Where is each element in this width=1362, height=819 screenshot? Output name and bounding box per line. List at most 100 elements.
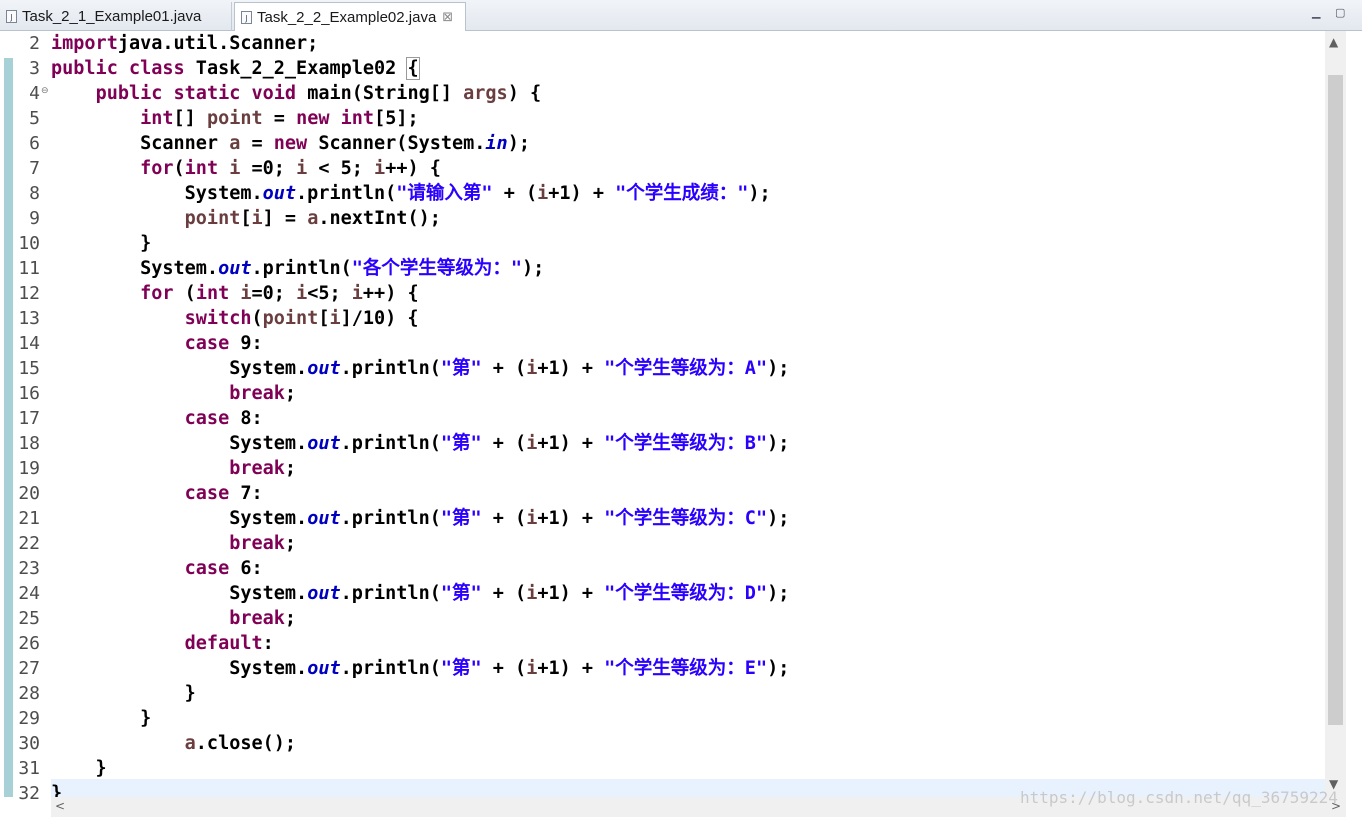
code-token: .println( — [340, 658, 441, 679]
keyword-token: break — [229, 458, 285, 479]
keyword-token: case — [184, 558, 230, 579]
string-literal: "个学生等级为：E" — [604, 658, 768, 679]
string-literal: "第" — [440, 433, 482, 454]
keyword-token: int — [184, 158, 219, 179]
code-line: System.out.println("各个学生等级为："); — [51, 256, 544, 281]
code-token: ; — [284, 608, 297, 629]
line-number: 5 — [29, 108, 40, 129]
code-token: + ( — [481, 583, 527, 604]
variable-token: a — [307, 208, 319, 229]
code-line: int[] point = new int[5]; — [51, 106, 419, 131]
vertical-scrollbar[interactable]: ▲ ▼ — [1325, 31, 1346, 797]
keyword-token: case — [184, 483, 230, 504]
code-token: = — [240, 133, 274, 154]
string-literal: "第" — [440, 358, 482, 379]
code-token: ); — [767, 583, 790, 604]
code-token: < 5; — [307, 158, 375, 179]
code-line: System.out.println("请输入第" + (i+1) + "个学生… — [51, 181, 771, 206]
line-number: 21 — [18, 508, 40, 529]
code-token: 8: — [229, 408, 263, 429]
code-token: ( — [173, 283, 196, 304]
variable-token: point — [206, 108, 263, 129]
code-line: importjava.util.Scanner; — [51, 31, 318, 56]
fold-collapse-icon[interactable]: ⊖ — [41, 86, 51, 96]
code-token: .close(); — [195, 733, 297, 754]
code-token: ]/10) { — [340, 308, 419, 329]
variable-token: a — [184, 733, 196, 754]
line-number: 29 — [18, 708, 40, 729]
keyword-token: import — [51, 33, 118, 54]
overview-ruler — [0, 31, 14, 797]
code-line: System.out.println("第" + (i+1) + "个学生等级为… — [51, 506, 789, 531]
line-number: 16 — [18, 383, 40, 404]
string-literal: "各个学生等级为：" — [351, 258, 523, 279]
code-token: .println( — [340, 358, 441, 379]
code-token: [ — [240, 208, 252, 229]
tab-task-2-2[interactable]: J Task_2_2_Example02.java ⊠ — [234, 2, 466, 31]
keyword-token: switch — [184, 308, 252, 329]
keyword-token: break — [229, 608, 285, 629]
close-tab-icon[interactable]: ⊠ — [442, 10, 453, 25]
code-line: case 8: — [51, 406, 263, 431]
code-token: ); — [767, 433, 790, 454]
line-number: 6 — [29, 133, 40, 154]
keyword-token: break — [229, 533, 285, 554]
maximize-icon[interactable]: ▢ — [1335, 6, 1345, 19]
code-editor[interactable]: importjava.util.Scanner; public class Tas… — [51, 31, 1325, 797]
tab-label: Task_2_1_Example01.java — [22, 8, 202, 25]
line-number: 17 — [18, 408, 40, 429]
code-token: .println( — [251, 258, 352, 279]
line-number: 4 — [29, 83, 40, 104]
scroll-up-icon[interactable]: ▲ — [1329, 35, 1338, 49]
code-token: .println( — [340, 433, 441, 454]
code-token: System. — [51, 358, 308, 379]
java-file-icon: J — [6, 10, 17, 23]
code-token: } — [51, 683, 196, 704]
line-number: 14 — [18, 333, 40, 354]
code-token: ); — [507, 133, 530, 154]
code-line: default: — [51, 631, 274, 656]
keyword-token: int — [195, 283, 230, 304]
code-token: +1) + — [537, 358, 605, 379]
code-line: System.out.println("第" + (i+1) + "个学生等级为… — [51, 356, 789, 381]
string-literal: "个学生等级为：A" — [604, 358, 768, 379]
string-literal: "第" — [440, 508, 482, 529]
keyword-token: class — [128, 58, 185, 79]
code-line: case 7: — [51, 481, 263, 506]
change-marker — [4, 58, 13, 797]
static-field-token: in — [485, 133, 508, 154]
minimize-icon[interactable]: ▁ — [1312, 6, 1320, 19]
scrollbar-thumb[interactable] — [1328, 75, 1343, 725]
code-token: ); — [767, 658, 790, 679]
scroll-left-icon[interactable]: < — [55, 799, 65, 813]
string-literal: "个学生等级为：C" — [604, 508, 768, 529]
code-token: System. — [51, 433, 308, 454]
tab-task-2-1[interactable]: J Task_2_1_Example01.java — [0, 2, 232, 31]
code-token: .nextInt(); — [318, 208, 441, 229]
code-line: System.out.println("第" + (i+1) + "个学生等级为… — [51, 431, 789, 456]
code-token: Scanner — [51, 133, 230, 154]
code-token: .println( — [340, 583, 441, 604]
code-token: ] = — [262, 208, 308, 229]
line-number: 26 — [18, 633, 40, 654]
variable-token: args — [463, 83, 508, 104]
editor-tab-bar: J Task_2_1_Example01.java J Task_2_2_Exa… — [0, 0, 1362, 31]
code-token: System. — [51, 258, 219, 279]
line-number: 30 — [18, 733, 40, 754]
code-line: } — [51, 756, 107, 781]
java-file-icon: J — [241, 10, 252, 24]
line-number: 27 — [18, 658, 40, 679]
keyword-token: new — [296, 108, 330, 129]
variable-token: point — [184, 208, 241, 229]
variable-token: i — [229, 158, 241, 179]
